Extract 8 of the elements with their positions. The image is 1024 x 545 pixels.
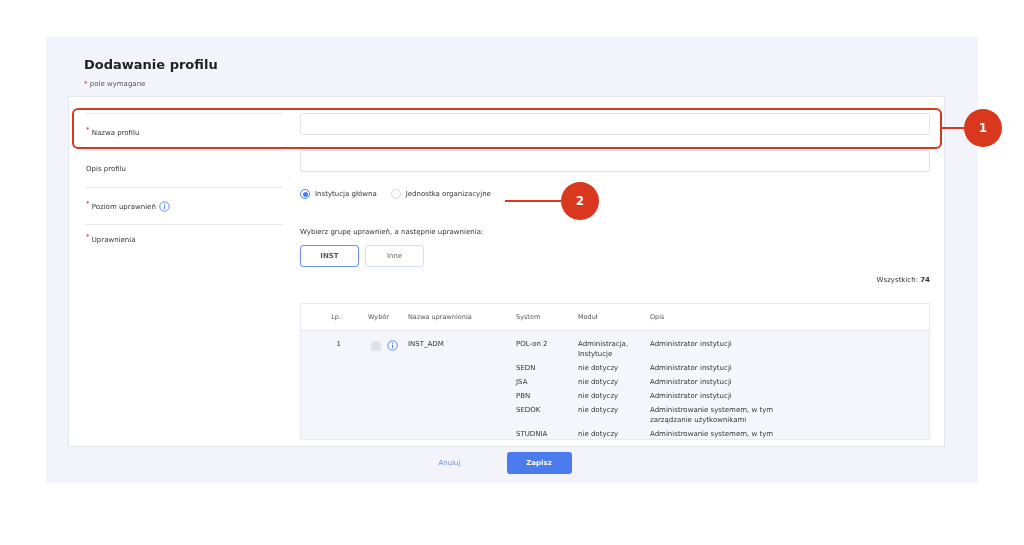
info-icon[interactable] [387,340,398,351]
leader-line [942,126,964,130]
text-field[interactable] [300,150,930,172]
page-title: Dodawanie profilu [84,57,219,72]
text-field[interactable] [300,113,930,135]
callout-badge: 1 [964,109,1002,147]
info-icon[interactable] [158,200,170,212]
leader-line [505,199,561,203]
